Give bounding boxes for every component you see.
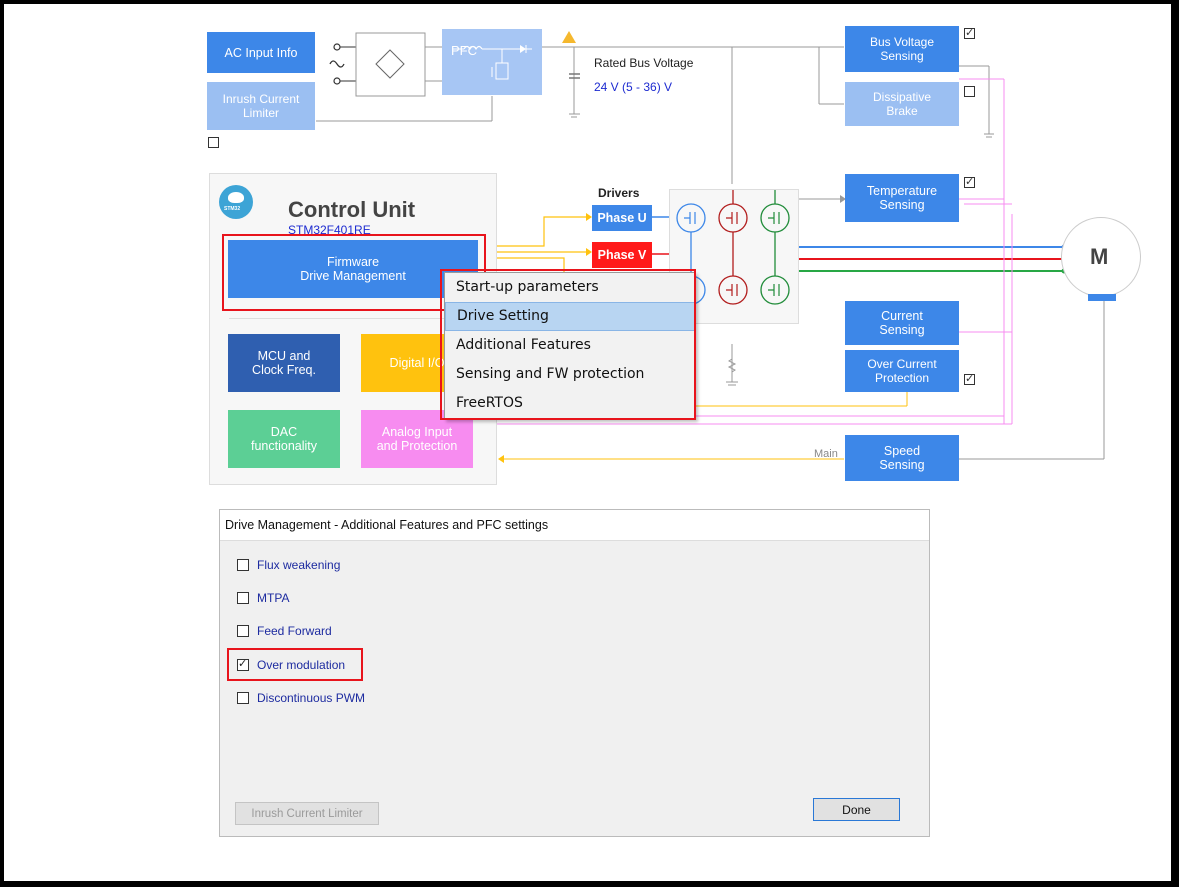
over-current-protection-button[interactable]: Over Current Protection [845,350,959,392]
phase-u-label: Phase U [597,211,647,225]
temperature-sensing-label: Temperature Sensing [866,184,938,212]
discontinuous-pwm-label: Discontinuous PWM [257,691,366,705]
inrush-current-limiter-label: Inrush Current Limiter [222,92,300,120]
dissipative-brake-label: Dissipative Brake [872,90,932,118]
analog-input-label: Analog Input and Protection [376,425,458,453]
over-current-protection-label: Over Current Protection [867,357,937,385]
feed-forward-label: Feed Forward [257,624,332,638]
speed-sensing-label: Speed Sensing [879,444,925,472]
rated-bus-voltage-label: Rated Bus Voltage [594,56,694,70]
mcu-clock-button[interactable]: MCU and Clock Freq. [228,334,340,392]
speed-sensing-button[interactable]: Speed Sensing [845,435,959,481]
option-discontinuous-pwm[interactable]: Discontinuous PWM [237,690,365,706]
motor-label: M [1090,244,1109,269]
mtpa-checkbox[interactable] [237,592,249,604]
inrush-current-limiter-button-disabled[interactable]: Inrush Current Limiter [235,802,379,825]
digital-io-label: Digital I/O [389,356,445,370]
dialog-title: Drive Management - Additional Features a… [220,510,929,541]
dac-functionality-label: DAC functionality [250,425,317,453]
over-current-checkbox[interactable] [964,372,975,385]
dissipative-brake-checkbox[interactable] [964,86,975,97]
pfc-block[interactable]: PFC [442,29,542,95]
drivers-label: Drivers [598,186,640,200]
over-modulation-highlight-frame [227,648,363,681]
control-unit-title: Control Unit [288,197,416,222]
option-feed-forward[interactable]: Feed Forward [237,623,332,639]
flux-weakening-label: Flux weakening [257,558,341,572]
bus-voltage-checkbox[interactable] [964,26,975,39]
additional-features-dialog: Drive Management - Additional Features a… [219,509,930,837]
phase-u-button[interactable]: Phase U [592,205,652,231]
mcu-clock-label: MCU and Clock Freq. [252,349,316,377]
feed-forward-checkbox[interactable] [237,625,249,637]
warning-icon [562,31,576,43]
inrush-checkbox[interactable] [208,137,219,148]
ac-input-info-label: AC Input Info [224,45,298,60]
motor-icon[interactable]: M [1061,217,1141,301]
rated-bus-voltage-value: 24 V (5 - 36) V [594,80,673,94]
current-sensing-label: Current Sensing [879,309,925,337]
ac-input-info-button[interactable]: AC Input Info [207,32,315,73]
bus-voltage-sensing-label: Bus Voltage Sensing [869,35,935,63]
motor-encoder [1088,294,1116,301]
dissipative-brake-button[interactable]: Dissipative Brake [845,82,959,126]
bus-voltage-sensing-button[interactable]: Bus Voltage Sensing [845,26,959,72]
flux-weakening-checkbox[interactable] [237,559,249,571]
dac-functionality-button[interactable]: DAC functionality [228,410,340,468]
stm32-logo-text: STM32 [224,206,241,212]
option-flux-weakening[interactable]: Flux weakening [237,557,340,573]
inrush-current-limiter-button[interactable]: Inrush Current Limiter [207,82,315,130]
phase-v-button[interactable]: Phase V [592,242,652,268]
temperature-sensing-button[interactable]: Temperature Sensing [845,174,959,222]
main-label: Main [814,448,838,460]
mtpa-label: MTPA [257,591,290,605]
stm32-logo-mark [228,192,244,203]
menu-highlight-frame [440,269,696,420]
current-sensing-button[interactable]: Current Sensing [845,301,959,345]
phase-v-label: Phase V [597,248,647,262]
option-mtpa[interactable]: MTPA [237,590,289,606]
discontinuous-pwm-checkbox[interactable] [237,692,249,704]
temperature-checkbox[interactable] [964,175,975,188]
workspace-canvas: AC Input Info Inrush Current Limiter PFC… [4,4,1171,881]
pfc-circuit-icon [452,45,532,80]
done-button[interactable]: Done [813,798,900,821]
stm32-logo-icon: STM32 [219,185,253,219]
